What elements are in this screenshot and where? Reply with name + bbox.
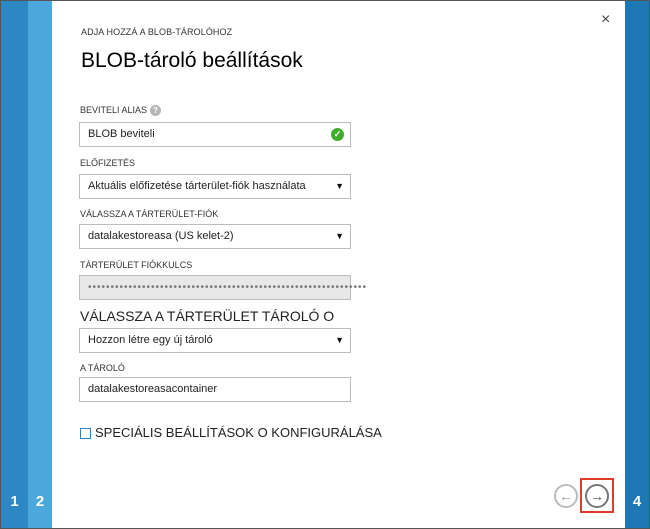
step-tab-4[interactable]: 4 — [625, 1, 649, 528]
subscription-select[interactable]: Aktuális előfizetése tárterület-fiók has… — [79, 174, 351, 199]
advanced-settings-checkbox[interactable] — [80, 428, 91, 440]
back-button[interactable]: ← — [554, 484, 578, 508]
input-alias-value: BLOB beviteli — [88, 128, 155, 140]
step-number-4: 4 — [632, 493, 642, 510]
chevron-down-icon: ▼ — [335, 335, 344, 345]
container-label: A TÁROLÓ — [80, 363, 125, 373]
container-choice-select[interactable]: Hozzon létre egy új tároló ▼ — [79, 328, 351, 353]
chevron-down-icon: ▼ — [335, 231, 344, 241]
container-name-field[interactable]: datalakestoreasacontainer — [79, 377, 351, 402]
help-icon[interactable]: ? — [150, 105, 162, 117]
chevron-down-icon: ▼ — [335, 181, 344, 191]
storage-account-label: VÁLASSZA A TÁRTERÜLET-FIÓK — [80, 209, 219, 219]
input-alias-label: BEVITELI ALIAS? — [80, 105, 162, 117]
input-alias-label-text: BEVITELI ALIAS — [80, 105, 148, 115]
wizard-dialog: 1 2 4 × ADJA HOZZÁ A BLOB-TÁROLÓHOZ BLOB… — [0, 0, 650, 529]
advanced-settings-row[interactable]: SPECIÁLIS BEÁLLÍTÁSOK O KONFIGURÁLÁSA — [80, 425, 382, 440]
storage-key-label: TÁRTERÜLET FIÓKKULCS — [80, 260, 193, 270]
advanced-settings-label: SPECIÁLIS BEÁLLÍTÁSOK O KONFIGURÁLÁSA — [95, 425, 382, 440]
storage-account-value: datalakestoreasa (US kelet-2) — [88, 230, 234, 242]
step-tab-2[interactable]: 2 — [28, 1, 52, 528]
close-icon[interactable]: × — [601, 11, 610, 29]
arrow-right-icon: → — [590, 488, 604, 504]
checkmark-icon: ✓ — [331, 128, 344, 141]
wizard-subtitle: ADJA HOZZÁ A BLOB-TÁROLÓHOZ — [81, 27, 233, 37]
container-choice-value: Hozzon létre egy új tároló — [88, 334, 213, 346]
page-title: BLOB-tároló beállítások — [81, 49, 303, 72]
storage-key-value: ••••••••••••••••••••••••••••••••••••••••… — [88, 282, 368, 293]
arrow-left-icon: ← — [559, 488, 573, 504]
next-button[interactable]: → — [585, 484, 609, 508]
subscription-value: Aktuális előfizetése tárterület-fiók has… — [88, 180, 306, 192]
subscription-label: ELŐFIZETÉS — [80, 158, 136, 168]
step-tab-1[interactable]: 1 — [1, 1, 28, 528]
input-alias-field[interactable]: BLOB beviteli ✓ — [79, 122, 351, 147]
container-name-value: datalakestoreasacontainer — [88, 383, 218, 395]
storage-key-field: ••••••••••••••••••••••••••••••••••••••••… — [79, 275, 366, 300]
step-number-2: 2 — [35, 493, 45, 510]
container-choice-label: VÁLASSZA A TÁRTERÜLET TÁROLÓ O — [80, 308, 335, 324]
storage-account-select[interactable]: datalakestoreasa (US kelet-2) ▼ — [79, 224, 351, 249]
step-number-1: 1 — [10, 493, 19, 510]
